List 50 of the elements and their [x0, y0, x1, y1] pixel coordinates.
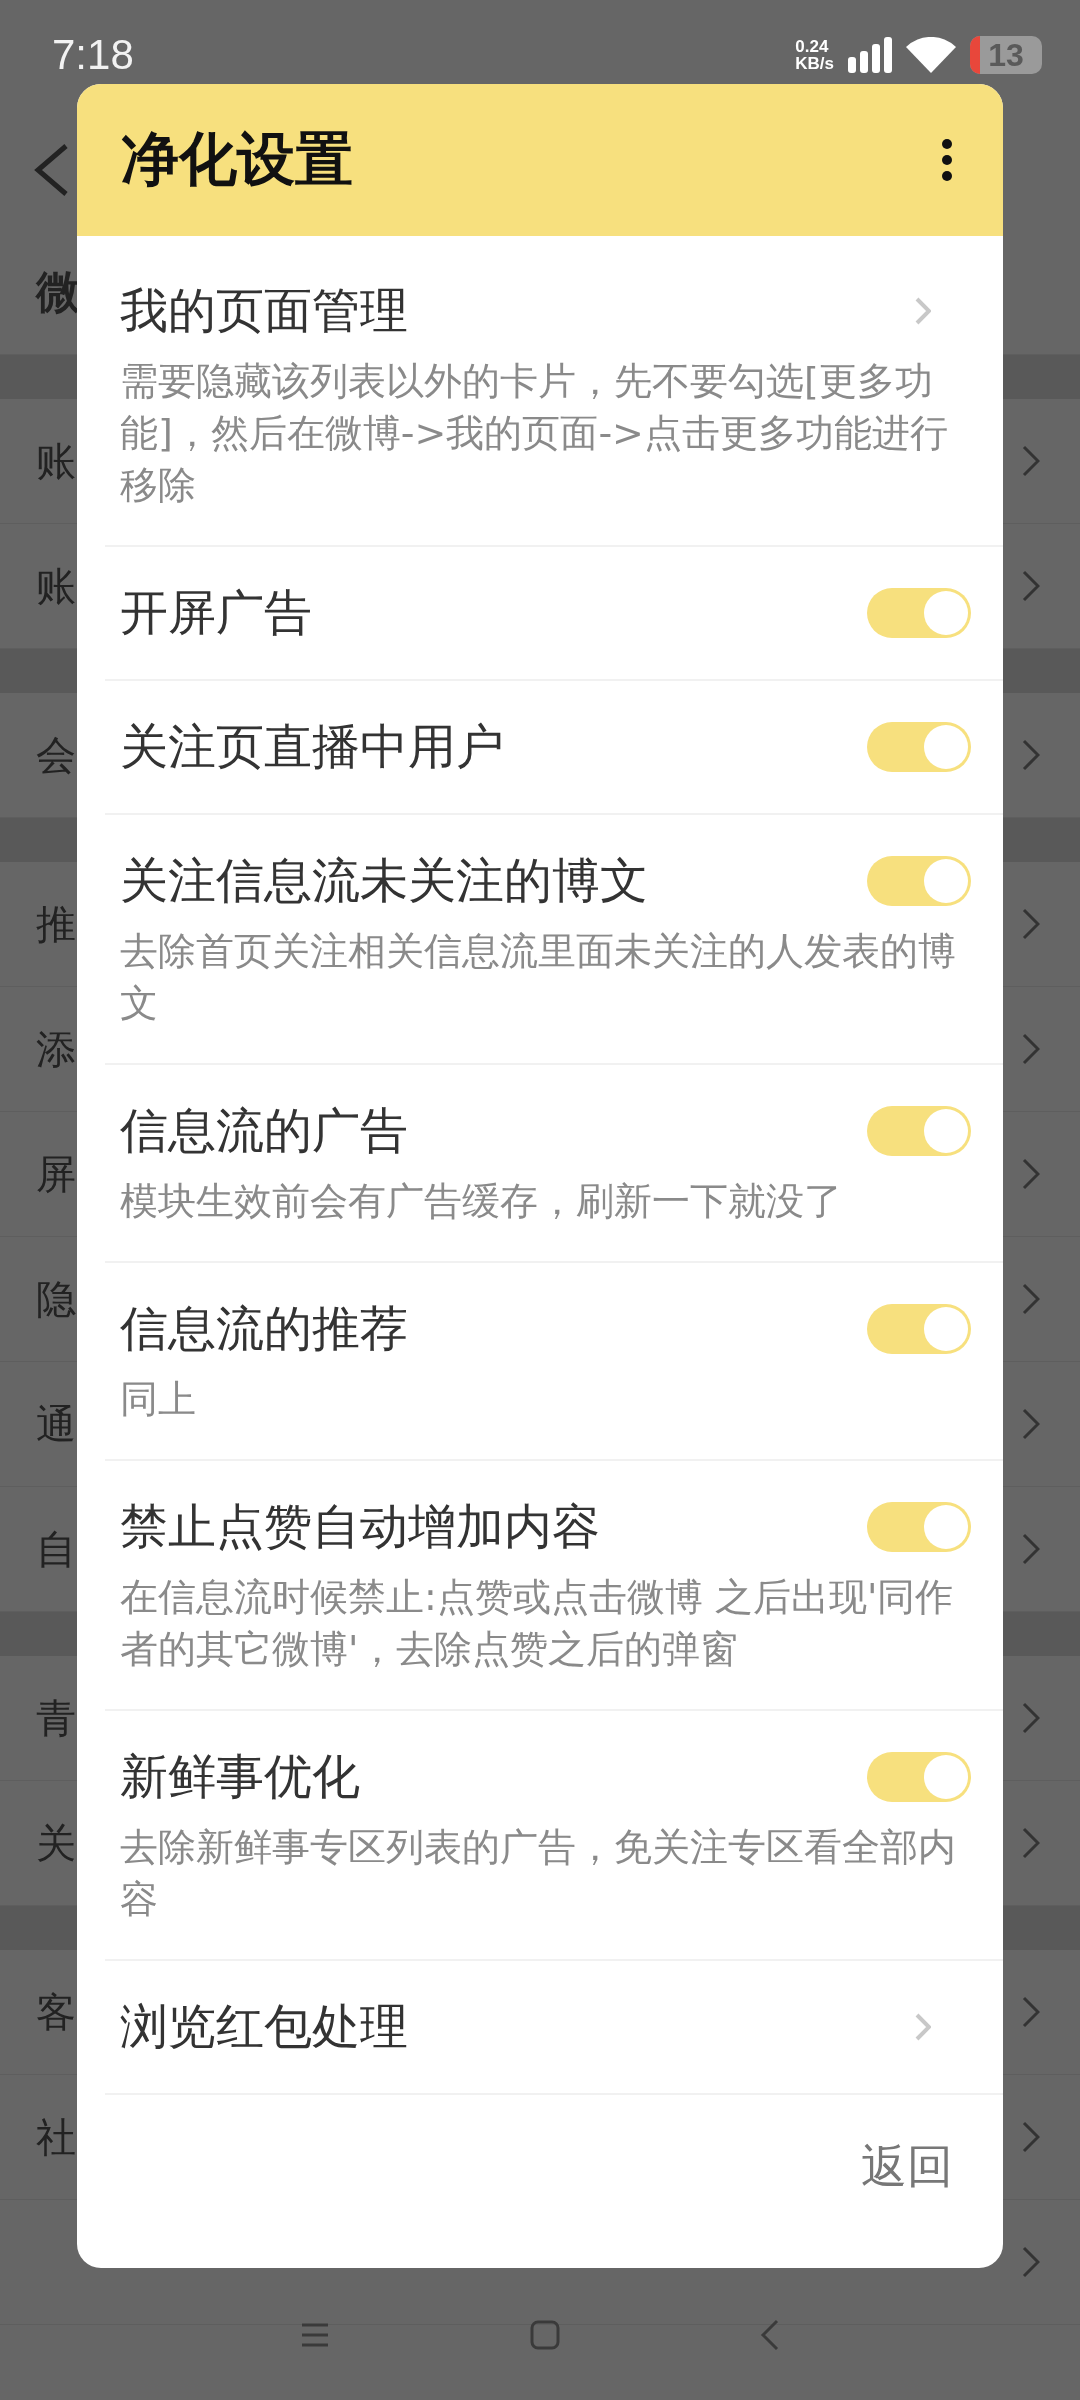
net-speed-value: 0.24 — [795, 38, 830, 55]
setting-title[interactable]: 我的页面管理 — [120, 279, 408, 343]
back-button[interactable]: 返回 — [851, 2126, 963, 2208]
setting-label: 自 — [36, 1524, 76, 1574]
setting-label: 关 — [36, 1818, 76, 1868]
setting-title[interactable]: 浏览红包处理 — [120, 1995, 408, 2059]
toggle-switch[interactable] — [867, 722, 971, 772]
wifi-icon — [906, 37, 956, 73]
setting-label: 屏 — [36, 1149, 76, 1199]
setting-label: 客 — [36, 1987, 76, 2037]
toggle-switch[interactable] — [867, 1502, 971, 1552]
dialog-title: 净化设置 — [121, 124, 353, 195]
battery-icon: 13 — [970, 36, 1042, 74]
chevron-right-icon — [915, 297, 931, 325]
setting-label: 青 — [36, 1693, 76, 1743]
setting-title[interactable]: 关注信息流未关注的博文 — [120, 849, 648, 913]
setting-description: 在信息流时候禁止:点赞或点击微博 之后出现'同作者的其它微博'，去除点赞之后的弹窗 — [120, 1574, 955, 1673]
setting-description: 模块生效前会有广告缓存，刷新一下就没了 — [120, 1178, 843, 1225]
setting-description: 去除新鲜事专区列表的广告，免关注专区看全部内容 — [120, 1824, 957, 1923]
setting-description: 需要隐藏该列表以外的卡片，先不要勾选[更多功能]，然后在微博->我的页面->点击更多功能进行移除 — [120, 358, 949, 509]
setting-title[interactable]: 新鲜事优化 — [120, 1745, 360, 1809]
setting-title[interactable]: 关注页直播中用户 — [120, 715, 504, 779]
back-icon[interactable] — [760, 2319, 780, 2351]
more-options-icon[interactable] — [941, 138, 953, 182]
toggle-switch[interactable] — [867, 1304, 971, 1354]
toggle-switch[interactable] — [867, 588, 971, 638]
setting-label: 通 — [36, 1399, 76, 1449]
setting-label: 账 — [36, 561, 76, 611]
setting-title[interactable]: 信息流的广告 — [120, 1099, 408, 1163]
setting-title[interactable]: 开屏广告 — [120, 581, 312, 645]
net-speed-unit: KB/s — [795, 55, 834, 72]
toggle-switch[interactable] — [867, 1106, 971, 1156]
setting-title[interactable]: 信息流的推荐 — [120, 1297, 408, 1361]
chevron-right-icon — [915, 2013, 931, 2041]
toggle-switch[interactable] — [867, 1752, 971, 1802]
setting-label: 会 — [36, 730, 76, 780]
setting-title[interactable]: 禁止点赞自动增加内容 — [120, 1495, 600, 1559]
setting-label: 微 — [36, 264, 80, 319]
menu-icon[interactable] — [300, 2322, 330, 2348]
home-square-icon[interactable] — [530, 2320, 560, 2350]
setting-label: 添 — [36, 1024, 76, 1074]
status-time: 7:18 — [52, 31, 134, 79]
setting-label: 账 — [36, 436, 76, 486]
signal-icon — [848, 37, 892, 73]
setting-description: 同上 — [120, 1376, 197, 1423]
setting-label: 隐 — [36, 1274, 76, 1324]
setting-label: 社 — [36, 2112, 76, 2162]
setting-description: 去除首页关注相关信息流里面未关注的人发表的博文 — [120, 928, 957, 1027]
toggle-switch[interactable] — [867, 856, 971, 906]
setting-label: 推 — [36, 899, 76, 949]
